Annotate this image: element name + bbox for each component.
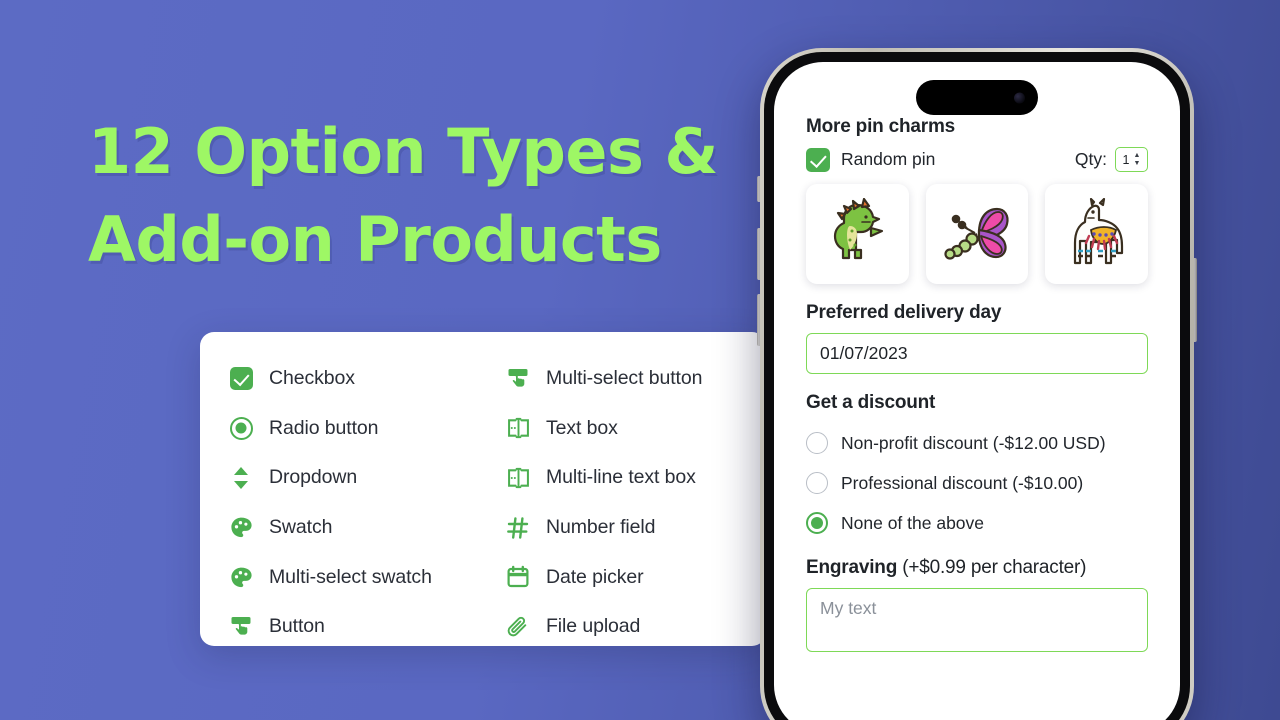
engraving-placeholder: My text <box>820 598 877 618</box>
option-type-file-upload[interactable]: File upload <box>505 602 766 646</box>
option-types-left-column: Checkbox Radio button Dropdown Swatch Mu… <box>200 354 483 646</box>
option-type-multi-line-text-box[interactable]: Multi-line text box <box>505 453 766 503</box>
delivery-day-title: Preferred delivery day <box>806 302 1002 323</box>
pin-charms-controls: Random pin Qty: 1 ▲ ▼ <box>806 147 1148 172</box>
dinosaur-charm <box>834 198 884 260</box>
radio-button-icon[interactable] <box>806 432 828 454</box>
option-type-label: Radio button <box>269 416 379 439</box>
option-type-multi-select-button[interactable]: Multi-select button <box>505 354 766 404</box>
option-type-dropdown[interactable]: Dropdown <box>228 453 483 503</box>
option-type-label: Swatch <box>269 516 333 539</box>
dynamic-island <box>916 80 1038 115</box>
option-types-card: Checkbox Radio button Dropdown Swatch Mu… <box>200 332 766 646</box>
charm-thumbnail-row <box>806 184 1149 284</box>
paperclip-icon <box>505 614 531 640</box>
option-type-text-box[interactable]: Text box <box>505 404 766 454</box>
engraving-title-bold: Engraving <box>806 557 898 578</box>
discount-option-label: Professional discount (-$10.00) <box>841 472 1084 493</box>
charm-option-dinosaur[interactable] <box>806 184 909 284</box>
option-type-label: Multi-line text box <box>546 466 696 489</box>
delivery-date-input[interactable]: 01/07/2023 <box>806 333 1148 374</box>
option-type-number-field[interactable]: Number field <box>505 503 766 553</box>
option-type-label: Checkbox <box>269 367 355 390</box>
option-type-label: Multi-select swatch <box>269 565 432 588</box>
text-box-icon <box>505 465 531 491</box>
radio-button-icon <box>228 415 254 441</box>
random-pin-checkbox-row[interactable]: Random pin <box>806 147 936 172</box>
calendar-icon <box>505 564 531 590</box>
phone-frame: More pin charms Random pin Qty: 1 ▲ ▼ Pr… <box>760 48 1194 720</box>
tap-button-icon <box>228 614 254 640</box>
option-type-label: File upload <box>546 615 641 638</box>
option-type-multi-select-swatch[interactable]: Multi-select swatch <box>228 552 483 602</box>
charm-option-butterfly[interactable] <box>925 184 1029 284</box>
discount-radio-group: Non-profit discount (-$12.00 USD) Profes… <box>806 423 1148 543</box>
option-type-label: Dropdown <box>269 466 358 489</box>
option-type-label: Multi-select button <box>546 367 703 390</box>
engraving-title-sub: (+$0.99 per character) <box>897 557 1087 578</box>
text-box-icon <box>505 415 531 441</box>
stepper-arrows-icon[interactable]: ▲ ▼ <box>1134 152 1141 167</box>
palette-icon <box>228 564 254 590</box>
radio-button-icon[interactable] <box>806 472 828 494</box>
tap-button-icon <box>505 366 531 392</box>
option-type-label: Button <box>269 615 325 638</box>
random-pin-label: Random pin <box>841 149 936 169</box>
option-type-checkbox[interactable]: Checkbox <box>228 354 483 404</box>
quantity-value: 1 <box>1122 152 1130 167</box>
discount-option-label: None of the above <box>841 512 985 533</box>
charm-option-llama[interactable] <box>1045 184 1149 284</box>
phone-screen: More pin charms Random pin Qty: 1 ▲ ▼ Pr… <box>774 62 1180 720</box>
front-camera-icon <box>1014 92 1025 103</box>
dropdown-icon <box>228 465 254 491</box>
option-type-label: Text box <box>546 416 618 439</box>
discount-option-professional[interactable]: Professional discount (-$10.00) <box>806 463 1148 503</box>
checkbox-icon <box>228 366 254 392</box>
discount-option-label: Non-profit discount (-$12.00 USD) <box>841 432 1106 453</box>
quantity-group: Qty: 1 ▲ ▼ <box>1075 147 1148 172</box>
discount-option-none[interactable]: None of the above <box>806 503 1148 543</box>
quantity-label: Qty: <box>1074 149 1107 169</box>
headline-line-2: Add-on Products <box>88 203 662 276</box>
option-types-right-column: Multi-select button Text box Multi-line … <box>483 354 766 646</box>
discount-option-non-profit[interactable]: Non-profit discount (-$12.00 USD) <box>806 423 1148 463</box>
quantity-stepper[interactable]: 1 ▲ ▼ <box>1115 147 1148 172</box>
discount-title: Get a discount <box>806 392 936 413</box>
llama-charm <box>1073 198 1123 265</box>
hash-icon <box>505 515 531 541</box>
pin-charms-title: More pin charms <box>806 116 956 137</box>
page-title: 12 Option Types & Add-on Products <box>88 108 728 284</box>
headline-line-1: 12 Option Types & <box>88 115 719 188</box>
radio-button-selected-icon[interactable] <box>806 512 828 534</box>
option-type-radio-button[interactable]: Radio button <box>228 404 483 454</box>
option-type-button[interactable]: Button <box>228 602 483 646</box>
engraving-textarea[interactable]: My text <box>806 588 1148 652</box>
random-pin-checkbox[interactable] <box>806 147 830 172</box>
palette-icon <box>228 515 254 541</box>
option-type-swatch[interactable]: Swatch <box>228 503 483 553</box>
option-type-label: Number field <box>546 516 656 539</box>
delivery-date-value: 01/07/2023 <box>820 343 908 363</box>
butterfly-charm <box>944 207 1009 260</box>
option-type-date-picker[interactable]: Date picker <box>505 552 766 602</box>
phone-bezel: More pin charms Random pin Qty: 1 ▲ ▼ Pr… <box>764 52 1190 720</box>
option-type-label: Date picker <box>546 565 644 588</box>
engraving-title: Engraving (+$0.99 per character) <box>806 557 1148 579</box>
phone-mockup: More pin charms Random pin Qty: 1 ▲ ▼ Pr… <box>757 48 1197 720</box>
